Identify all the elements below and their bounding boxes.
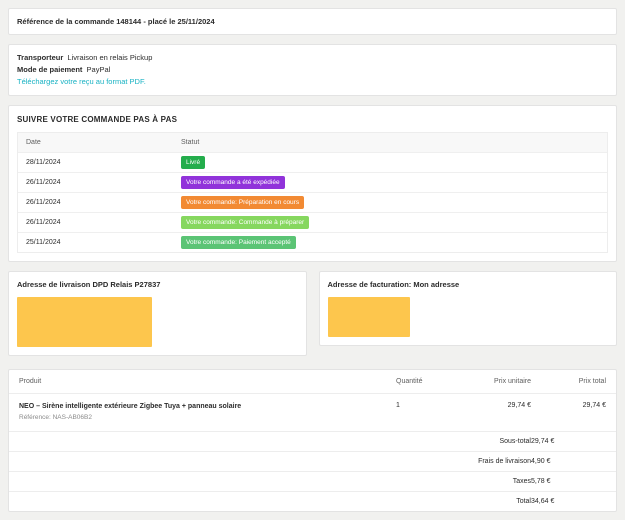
product-name-cell: NEO – Sirène intelligente extérieure Zig… (19, 402, 396, 421)
delivery-address-redaction (17, 297, 152, 347)
summary-value: 4,90 € (531, 458, 606, 465)
summary-label: Frais de livraison (19, 458, 531, 465)
carrier-value: Livraison en relais Pickup (67, 53, 152, 62)
col-product: Produit (19, 378, 396, 385)
billing-address-redaction (328, 297, 410, 337)
addresses-section: Adresse de livraison DPD Relais P27837 A… (8, 271, 617, 356)
summary-row-subtotal: Sous-total 29,74 € (9, 431, 616, 451)
order-reference-title: Référence de la commande 148144 - placé … (17, 17, 215, 26)
receipt-line: Téléchargez votre reçu au format PDF. (17, 76, 608, 88)
tracking-title: SUIVRE VOTRE COMMANDE PAS À PAS (9, 106, 616, 132)
product-reference-value: NAS-AB06B2 (53, 414, 92, 421)
summary-value: 29,74 € (531, 438, 606, 445)
tracking-row: 26/11/2024 Votre commande a été expédiée (18, 173, 607, 193)
product-quantity: 1 (396, 402, 456, 409)
payment-method-value: PayPal (87, 65, 111, 74)
product-table-card: Produit Quantité Prix unitaire Prix tota… (8, 369, 617, 512)
order-reference-card: Référence de la commande 148144 - placé … (8, 8, 617, 35)
product-total-price: 29,74 € (531, 402, 606, 409)
product-table-header: Produit Quantité Prix unitaire Prix tota… (9, 370, 616, 394)
tracking-status-cell: Votre commande: Préparation en cours (173, 193, 607, 212)
tracking-card: SUIVRE VOTRE COMMANDE PAS À PAS Date Sta… (8, 105, 617, 262)
billing-address-title: Adresse de facturation: Mon adresse (328, 280, 609, 289)
tracking-table-header: Date Statut (18, 133, 607, 153)
order-page: Référence de la commande 148144 - placé … (0, 0, 625, 520)
delivery-address-title: Adresse de livraison DPD Relais P27837 (17, 280, 298, 289)
tracking-status-cell: Votre commande: Paiement accepté (173, 233, 607, 252)
tracking-date: 26/11/2024 (18, 213, 173, 232)
summary-label: Taxes (19, 478, 531, 485)
summary-value: 5,78 € (531, 478, 606, 485)
summary-row-taxes: Taxes 5,78 € (9, 471, 616, 491)
product-name: NEO – Sirène intelligente extérieure Zig… (19, 402, 396, 411)
carrier-label: Transporteur (17, 53, 63, 62)
tracking-row: 28/11/2024 Livré (18, 153, 607, 173)
order-status-badge: Votre commande: Commande à préparer (181, 216, 309, 229)
order-status-badge: Livré (181, 156, 205, 169)
summary-value: 34,64 € (531, 498, 606, 505)
tracking-table: Date Statut 28/11/2024 Livré 26/11/2024 … (17, 132, 608, 253)
order-status-badge: Votre commande a été expédiée (181, 176, 285, 189)
tracking-status-cell: Votre commande: Commande à préparer (173, 213, 607, 232)
summary-row-shipping: Frais de livraison 4,90 € (9, 451, 616, 471)
product-row: NEO – Sirène intelligente extérieure Zig… (9, 394, 616, 431)
tracking-date: 25/11/2024 (18, 233, 173, 252)
tracking-status-cell: Livré (173, 153, 607, 172)
col-quantity: Quantité (396, 378, 456, 385)
product-unit-price: 29,74 € (456, 402, 531, 409)
tracking-row: 26/11/2024 Votre commande: Préparation e… (18, 193, 607, 213)
summary-row-total: Total 34,64 € (9, 491, 616, 511)
product-reference: Référence: NAS-AB06B2 (19, 414, 396, 421)
tracking-col-status: Statut (173, 136, 607, 149)
summary-label: Sous-total (19, 438, 531, 445)
payment-method-line: Mode de paiement PayPal (17, 64, 608, 76)
col-unit-price: Prix unitaire (456, 378, 531, 385)
order-status-badge: Votre commande: Préparation en cours (181, 196, 304, 209)
tracking-date: 26/11/2024 (18, 173, 173, 192)
delivery-address-card: Adresse de livraison DPD Relais P27837 (8, 271, 307, 356)
tracking-status-cell: Votre commande a été expédiée (173, 173, 607, 192)
summary-label: Total (19, 498, 531, 505)
billing-address-card: Adresse de facturation: Mon adresse (319, 271, 618, 346)
carrier-line: Transporteur Livraison en relais Pickup (17, 52, 608, 64)
order-info-card: Transporteur Livraison en relais Pickup … (8, 44, 617, 96)
tracking-row: 26/11/2024 Votre commande: Commande à pr… (18, 213, 607, 233)
download-receipt-link[interactable]: Téléchargez votre reçu au format PDF. (17, 77, 146, 86)
tracking-date: 26/11/2024 (18, 193, 173, 212)
col-total-price: Prix total (531, 378, 606, 385)
order-status-badge: Votre commande: Paiement accepté (181, 236, 296, 249)
product-reference-label: Référence: (19, 414, 51, 421)
payment-method-label: Mode de paiement (17, 65, 82, 74)
tracking-date: 28/11/2024 (18, 153, 173, 172)
tracking-col-date: Date (18, 133, 173, 152)
tracking-row: 25/11/2024 Votre commande: Paiement acce… (18, 233, 607, 252)
